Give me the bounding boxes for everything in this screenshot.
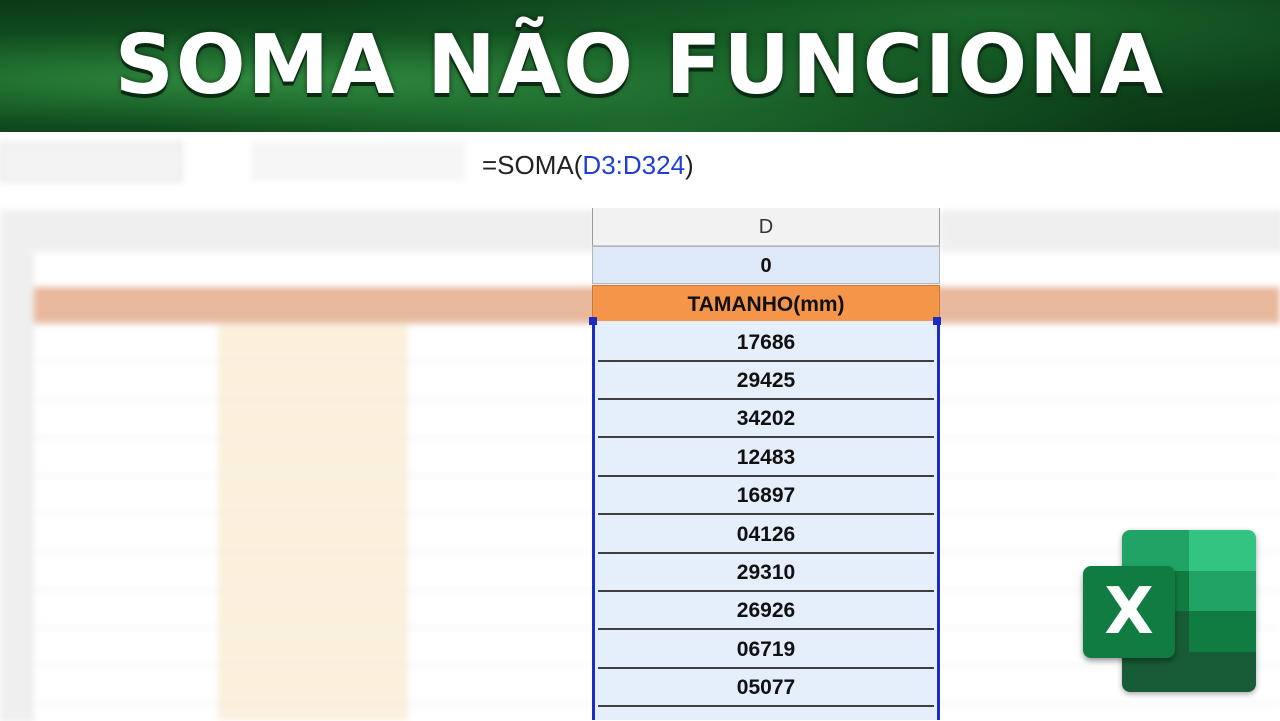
column-header-b [218, 210, 409, 252]
formula-buttons [250, 142, 465, 182]
data-cell[interactable]: 17686 [598, 324, 934, 362]
data-cell[interactable]: 04126 [598, 516, 934, 554]
column-header-d[interactable]: D [592, 208, 940, 246]
selection-handle-left[interactable] [589, 317, 597, 325]
data-cell[interactable]: 29425 [598, 362, 934, 400]
data-cell[interactable]: 34202 [598, 400, 934, 438]
excel-x-badge: X [1083, 566, 1175, 658]
data-cell[interactable]: 12483 [598, 439, 934, 477]
field-header-cell[interactable]: TAMANHO(mm) [592, 285, 940, 322]
banner-title: SOMA NÃO FUNCIONA [114, 18, 1166, 113]
column-header-e [940, 210, 1280, 252]
sum-result-cell[interactable]: 0 [592, 246, 940, 284]
column-b-fill [218, 324, 408, 720]
title-banner: SOMA NÃO FUNCIONA [0, 0, 1280, 132]
formula-range: D3:D324 [582, 150, 686, 180]
data-cell[interactable]: 05077 [598, 669, 934, 707]
formula-prefix: =SOMA( [482, 150, 583, 180]
selection-handle-right[interactable] [933, 317, 941, 325]
column-header-c [408, 210, 593, 252]
data-cell[interactable]: 06719 [598, 631, 934, 669]
excel-logo-icon: X [1078, 530, 1258, 694]
formula-text[interactable]: =SOMA(D3:D324) [482, 145, 694, 185]
formula-suffix: ) [685, 150, 694, 180]
column-header-a [34, 210, 219, 252]
name-box [0, 142, 182, 182]
data-cell[interactable]: 26926 [598, 592, 934, 630]
data-cell[interactable]: 29310 [598, 554, 934, 592]
data-cell[interactable]: 16897 [598, 477, 934, 515]
